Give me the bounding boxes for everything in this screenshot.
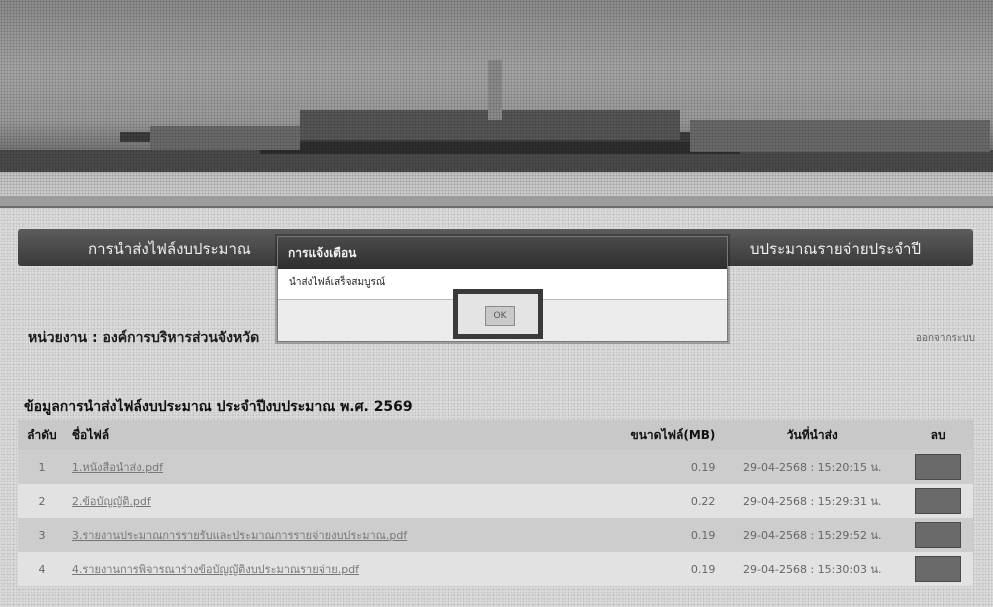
file-link[interactable]: 1.หนังสือนำส่ง.pdf (72, 461, 163, 474)
row-date: 29-04-2568 : 15:29:52 น. (721, 518, 904, 552)
building-right-wing (690, 120, 990, 152)
page-subtitle: บประมาณรายจ่ายประจำปี (749, 240, 921, 258)
row-size: 0.19 (606, 518, 722, 552)
header-divider (0, 196, 993, 208)
row-no: 4 (18, 552, 66, 586)
building-base (0, 150, 993, 172)
row-date: 29-04-2568 : 15:29:31 น. (721, 484, 904, 518)
header-banner (0, 0, 993, 200)
header-delete: ลบ (903, 420, 973, 450)
file-link[interactable]: 3.รายงานประมาณการรายรับและประมาณการรายจ่… (72, 529, 407, 542)
row-no: 1 (18, 450, 66, 484)
row-no: 3 (18, 518, 66, 552)
building-left-wing (150, 126, 300, 150)
ok-button[interactable]: OK (485, 306, 515, 326)
row-size: 0.22 (606, 484, 722, 518)
building-steps (260, 142, 740, 154)
building-spire (488, 60, 502, 120)
dialog-title: การแจ้งเตือน (278, 237, 727, 269)
file-link[interactable]: 4.รายงานการพิจารณาร่างข้อบัญญัติงบประมาณ… (72, 563, 359, 576)
file-link[interactable]: 2.ข้อบัญญัติ.pdf (72, 495, 151, 508)
ok-button-highlight: OK (453, 289, 543, 339)
table-row: 1 1.หนังสือนำส่ง.pdf 0.19 29-04-2568 : 1… (18, 450, 973, 484)
row-size: 0.19 (606, 450, 722, 484)
row-date: 29-04-2568 : 15:20:15 น. (721, 450, 904, 484)
alert-dialog: การแจ้งเตือน นำส่งไฟล์เสร็จสมบูรณ์ OK (277, 236, 728, 342)
row-size: 0.19 (606, 552, 722, 586)
section-heading: ข้อมูลการนำส่งไฟล์งบประมาณ ประจำปีงบประม… (24, 399, 413, 415)
delete-button[interactable] (915, 556, 962, 582)
delete-button[interactable] (915, 488, 962, 514)
table-row: 3 3.รายงานประมาณการรายรับและประมาณการราย… (18, 518, 973, 552)
delete-button[interactable] (915, 454, 962, 480)
header-file-size: ขนาดไฟล์(MB) (606, 420, 722, 450)
header-no: ลำดับ (18, 420, 66, 450)
building-dome (300, 110, 680, 140)
row-no: 2 (18, 484, 66, 518)
row-date: 29-04-2568 : 15:30:03 น. (721, 552, 904, 586)
delete-button[interactable] (915, 522, 962, 548)
file-table: ลำดับ ชื่อไฟล์ ขนาดไฟล์(MB) วันที่นำส่ง … (18, 420, 973, 586)
table-header-row: ลำดับ ชื่อไฟล์ ขนาดไฟล์(MB) วันที่นำส่ง … (18, 420, 973, 450)
logout-link[interactable]: ออกจากระบบ (916, 331, 975, 346)
page-title: การนำส่งไฟล์งบประมาณ (88, 240, 251, 258)
header-submit-date: วันที่นำส่ง (721, 420, 904, 450)
agency-label: หน่วยงาน : องค์การบริหารส่วนจังหวัด (28, 330, 260, 346)
table-row: 4 4.รายงานการพิจารณาร่างข้อบัญญัติงบประม… (18, 552, 973, 586)
building-silhouette (120, 132, 840, 142)
header-file-name: ชื่อไฟล์ (65, 420, 607, 450)
table-row: 2 2.ข้อบัญญัติ.pdf 0.22 29-04-2568 : 15:… (18, 484, 973, 518)
